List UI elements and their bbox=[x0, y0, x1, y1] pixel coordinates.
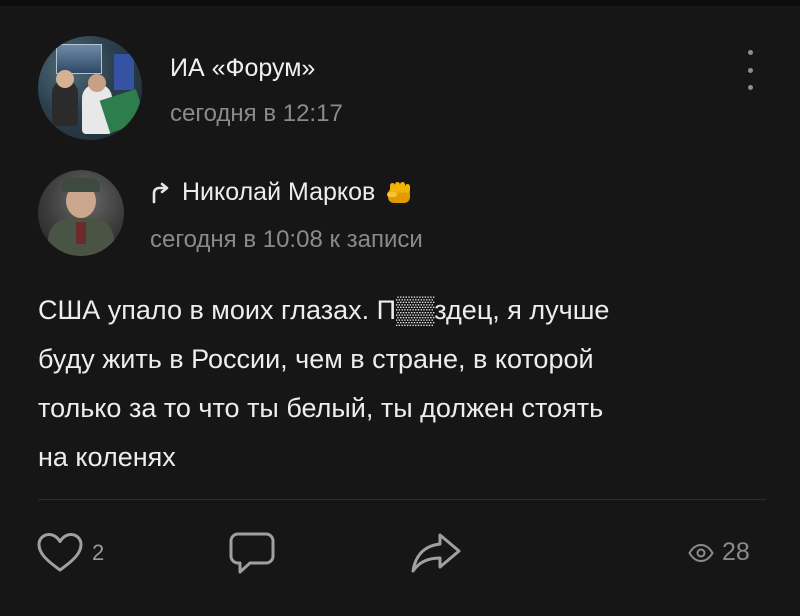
like-count: 2 bbox=[92, 540, 105, 565]
post-text-line: только за то что ты белый, ты должен сто… bbox=[38, 393, 604, 423]
share-icon bbox=[411, 533, 461, 573]
post-header: ИА «Форум» сегодня в 12:17 bbox=[38, 36, 778, 146]
views-counter: 28 bbox=[688, 538, 750, 567]
post-timestamp[interactable]: сегодня в 12:17 bbox=[170, 100, 343, 128]
repost-author-name[interactable]: Николай Марков bbox=[182, 178, 375, 207]
repost-author-avatar[interactable] bbox=[38, 170, 124, 256]
post-text: США упало в моих глазах. П▒▒здец, я лучш… bbox=[38, 286, 768, 482]
post-text-line: на коленях bbox=[38, 442, 176, 472]
repost-arrow-icon bbox=[152, 182, 169, 203]
comment-button[interactable] bbox=[228, 530, 276, 581]
top-bar bbox=[0, 0, 800, 6]
eye-icon bbox=[688, 543, 714, 562]
avatar-tie bbox=[76, 222, 86, 244]
comment-icon bbox=[229, 532, 275, 574]
divider bbox=[38, 499, 766, 500]
avatar-cap bbox=[62, 178, 100, 192]
action-bar: 2 28 bbox=[36, 530, 776, 580]
views-count: 28 bbox=[722, 538, 750, 566]
community-name[interactable]: ИА «Форум» bbox=[170, 54, 315, 83]
fist-icon bbox=[387, 181, 411, 203]
like-button[interactable]: 2 bbox=[36, 532, 104, 574]
post-card: ИА «Форум» сегодня в 12:17 Николай Марко… bbox=[0, 0, 800, 616]
post-text-line: США упало в моих глазах. П▒▒здец, я лучш… bbox=[38, 295, 610, 325]
avatar-flag-blue bbox=[114, 54, 134, 90]
share-button[interactable] bbox=[410, 532, 462, 579]
more-vertical-icon[interactable] bbox=[742, 50, 758, 90]
avatar-person-head bbox=[56, 70, 74, 88]
avatar-person-head bbox=[88, 74, 106, 92]
repost-block: Николай Марков сегодня в 10:08 к записи bbox=[38, 170, 778, 260]
community-avatar[interactable] bbox=[38, 36, 142, 140]
heart-icon bbox=[37, 533, 83, 572]
repost-author-line: Николай Марков bbox=[150, 178, 413, 207]
post-text-line: буду жить в России, чем в стране, в кото… bbox=[38, 344, 594, 374]
repost-timestamp[interactable]: сегодня в 10:08 к записи bbox=[150, 226, 423, 254]
